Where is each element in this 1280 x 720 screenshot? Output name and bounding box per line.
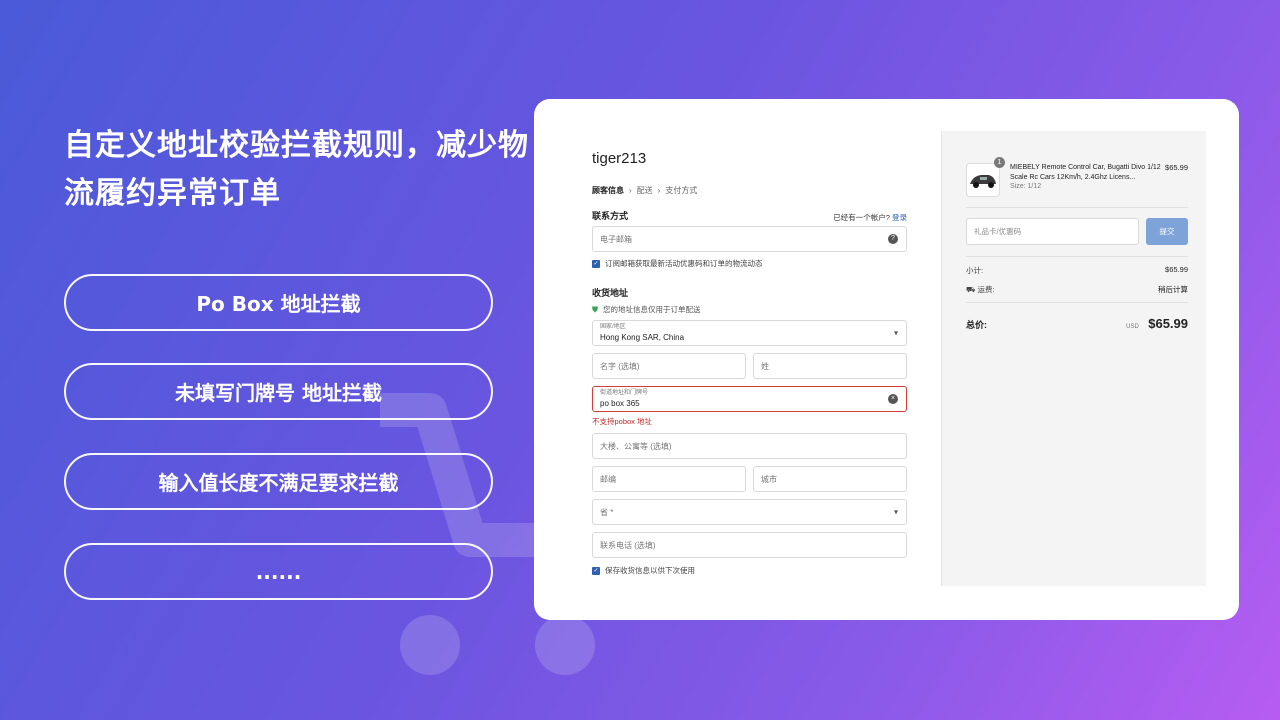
save-info-row[interactable]: ✓ 保存收货信息以供下次使用: [592, 565, 695, 576]
province-select[interactable]: 省 * ▾: [592, 499, 907, 525]
email-field[interactable]: 电子邮箱 ?: [592, 226, 907, 252]
quantity-badge: 1: [994, 157, 1005, 168]
secure-note: ⛊ 您的地址信息仅用于订单配送: [592, 304, 701, 315]
clear-icon[interactable]: ×: [888, 394, 898, 404]
breadcrumb-payment[interactable]: 支付方式: [665, 185, 697, 196]
truck-icon: ⛟: [966, 285, 976, 294]
have-account-text: 已经有一个帐户?: [833, 213, 890, 222]
chevron-right-icon: ›: [629, 186, 632, 195]
store-name: tiger213: [592, 150, 647, 167]
street-address-field[interactable]: 街道地址和门牌号 po box 365 ×: [592, 386, 907, 412]
coupon-placeholder: 礼品卡/优惠码: [974, 227, 1022, 236]
apartment-field[interactable]: 大楼、公寓等 (选填): [592, 433, 907, 459]
feature-pobox-button[interactable]: Po Box 地址拦截: [64, 274, 493, 331]
order-summary: 1 MIEBELY Remote Control Car, Bugatti Di…: [941, 131, 1206, 586]
country-select[interactable]: 国家/地区 Hong Kong SAR, China ▾: [592, 320, 907, 346]
postcode-field[interactable]: 邮编: [592, 466, 746, 492]
help-icon[interactable]: ?: [888, 234, 898, 244]
city-placeholder: 城市: [761, 474, 777, 484]
checkout-card: tiger213 顾客信息 › 配送 › 支付方式 联系方式 已经有一个帐户? …: [534, 99, 1239, 620]
city-field[interactable]: 城市: [753, 466, 907, 492]
shipping-title: 收货地址: [592, 288, 629, 298]
coupon-input[interactable]: 礼品卡/优惠码: [966, 218, 1139, 245]
divider: [966, 207, 1188, 208]
total-row: 总价: USD $65.99: [966, 315, 1188, 333]
secure-note-text: 您的地址信息仅用于订单配送: [603, 305, 701, 314]
save-info-checkbox[interactable]: ✓: [592, 566, 600, 575]
feature-door-number-button[interactable]: 未填写门牌号 地址拦截: [64, 363, 493, 420]
contact-title: 联系方式: [592, 211, 629, 221]
shield-icon: ⛊: [592, 304, 598, 314]
last-name-field[interactable]: 姓: [753, 353, 907, 379]
last-name-placeholder: 姓: [761, 361, 769, 371]
feature-more-button[interactable]: ......: [64, 543, 493, 600]
subtotal-label: 小计:: [966, 266, 984, 275]
chevron-right-icon: ›: [657, 186, 661, 195]
currency-code: USD: [1126, 324, 1139, 330]
feature-length-button[interactable]: 输入值长度不满足要求拦截: [64, 453, 493, 510]
apartment-placeholder: 大楼、公寓等 (选填): [600, 441, 672, 451]
shipping-value: 稍后计算: [1158, 285, 1188, 294]
product-thumbnail: [966, 163, 1000, 197]
headline: 自定义地址校验拦截规则，减少物流履约异常订单: [64, 128, 529, 211]
first-name-placeholder: 名字 (选填): [600, 361, 640, 371]
breadcrumb: 顾客信息 › 配送 › 支付方式: [592, 185, 697, 196]
caret-down-icon: ▾: [893, 507, 898, 517]
subscribe-checkbox[interactable]: ✓: [592, 259, 600, 268]
product-name: MIEBELY Remote Control Car, Bugatti Divo…: [1010, 164, 1161, 181]
subscribe-label: 订阅邮箱获取最新活动优惠码和订单的物流动态: [605, 259, 763, 268]
first-name-field[interactable]: 名字 (选填): [592, 353, 746, 379]
caret-down-icon: ▾: [893, 328, 898, 338]
product-size: Size: 1/12: [1010, 183, 1042, 190]
phone-placeholder: 联系电话 (选填): [600, 540, 656, 550]
breadcrumb-shipping[interactable]: 配送: [637, 185, 653, 196]
street-error-message: 不支持pobox 地址: [592, 417, 653, 426]
product-price: $65.99: [1165, 163, 1188, 172]
subtotal-row: 小计: $65.99: [966, 265, 1188, 276]
shipping-row: ⛟ 运费: 稍后计算: [966, 284, 1188, 295]
save-info-label: 保存收货信息以供下次使用: [605, 566, 695, 575]
country-value: Hong Kong SAR, China: [600, 333, 685, 342]
breadcrumb-customer[interactable]: 顾客信息: [592, 185, 624, 196]
province-placeholder: 省 *: [600, 507, 614, 517]
postcode-placeholder: 邮编: [600, 474, 616, 484]
login-prompt: 已经有一个帐户? 登录: [833, 212, 907, 223]
checkout-form: tiger213 顾客信息 › 配送 › 支付方式 联系方式 已经有一个帐户? …: [534, 99, 941, 620]
phone-field[interactable]: 联系电话 (选填): [592, 532, 907, 558]
subtotal-value: $65.99: [1165, 265, 1188, 274]
street-label: 街道地址和门牌号: [600, 390, 649, 396]
shipping-label: 运费:: [977, 285, 995, 294]
car-icon: [970, 175, 996, 188]
divider: [966, 302, 1188, 303]
country-label: 国家/地区: [600, 324, 626, 330]
email-placeholder: 电子邮箱: [600, 234, 632, 244]
divider: [966, 256, 1188, 257]
submit-coupon-button[interactable]: 提交: [1146, 218, 1188, 245]
total-label: 总价:: [966, 320, 987, 330]
login-link[interactable]: 登录: [892, 213, 907, 222]
total-value: $65.99: [1148, 316, 1188, 331]
subscribe-row[interactable]: ✓ 订阅邮箱获取最新活动优惠码和订单的物流动态: [592, 258, 763, 269]
street-value: po box 365: [600, 399, 640, 408]
